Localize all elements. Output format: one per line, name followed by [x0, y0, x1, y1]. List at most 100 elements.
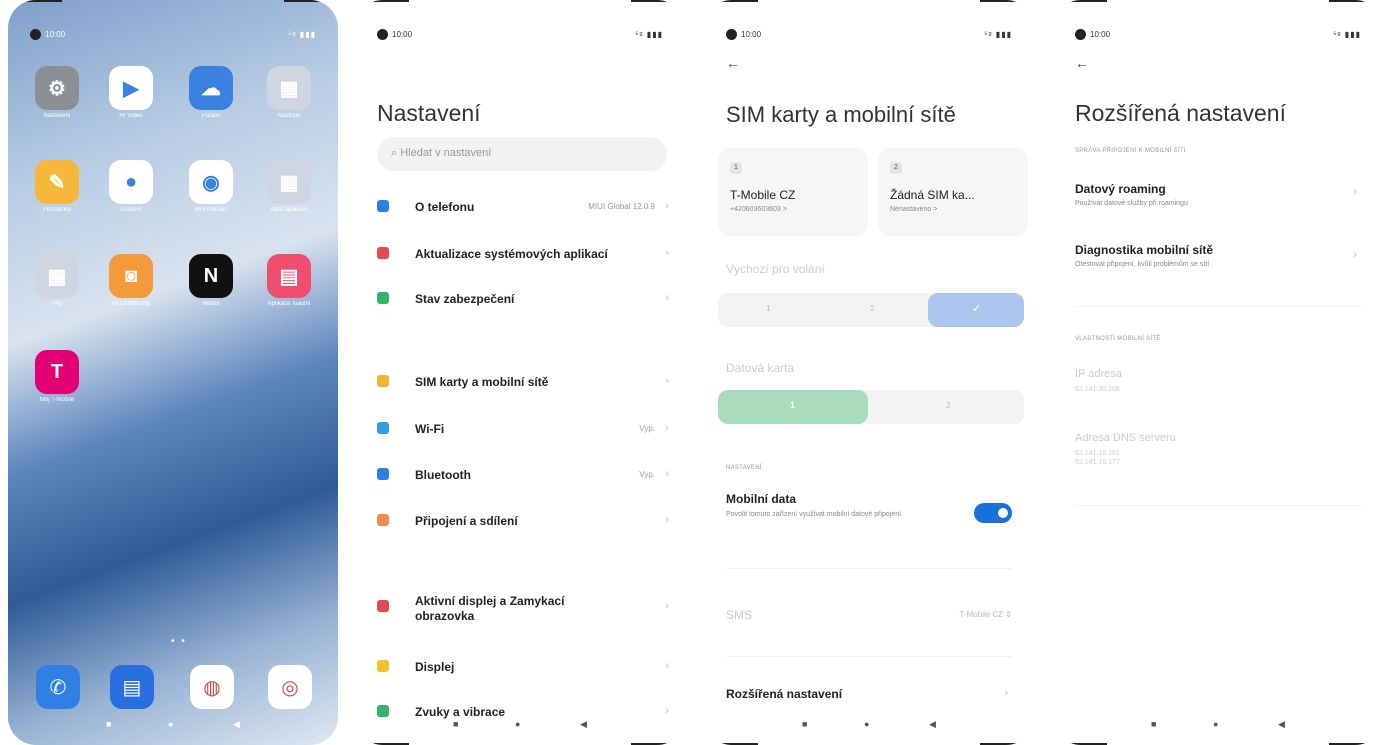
- settings-item-label: Stav zabezpečení: [415, 292, 515, 306]
- settings-item-shield[interactable]: Stav zabezpečení ›: [377, 290, 673, 310]
- signal-battery-icon: ⁵ᵍ ▮▮▮: [1333, 30, 1361, 39]
- signal-battery-icon: ⁵ᵍ ▮▮▮: [288, 30, 316, 39]
- app-label: Nástroje: [277, 113, 301, 119]
- chevron-right-icon: ›: [665, 660, 669, 672]
- diagnostics-sub: Otestovat připojení, kvůli problémům se …: [1075, 261, 1210, 268]
- app-weather[interactable]: ☁ Počasí: [188, 66, 234, 119]
- settings-item-label: O telefonu: [415, 200, 475, 214]
- app-notes[interactable]: ✎ Poznámky: [34, 160, 80, 213]
- app-apps-folder[interactable]: ▦ Další aplikace: [266, 160, 312, 213]
- app-label: Aplikace Xiaomi: [267, 301, 311, 307]
- default-calls-selector[interactable]: 1 2 ✓: [718, 293, 1024, 327]
- data-option-1[interactable]: 1: [790, 400, 795, 410]
- app-netflix[interactable]: N Netflix: [188, 254, 234, 307]
- home-button[interactable]: ●: [168, 719, 173, 729]
- recents-button[interactable]: ■: [802, 719, 807, 729]
- settings-item-wifi[interactable]: Wi-Fi Vyp. ›: [377, 420, 673, 440]
- app-label: Nastavení: [43, 113, 71, 119]
- settings-item-bluetooth[interactable]: Bluetooth Vyp. ›: [377, 466, 673, 486]
- settings-item-label: Aktualizace systémových aplikací: [415, 247, 608, 261]
- back-button[interactable]: ◀: [929, 719, 936, 730]
- back-button[interactable]: ◀: [580, 719, 587, 730]
- diagnostics-item[interactable]: Diagnostika mobilní sítě: [1075, 243, 1213, 257]
- home-button[interactable]: ●: [864, 719, 869, 729]
- status-time: 10:00: [741, 30, 762, 39]
- app-label: Mi Community: [111, 301, 151, 307]
- frame-corner: [1053, 725, 1107, 745]
- data-roaming-item[interactable]: Datový roaming: [1075, 182, 1166, 196]
- phone-icon[interactable]: ✆: [36, 665, 80, 709]
- status-bar: 10:00 ⁵ᵍ ▮▮▮: [726, 28, 1012, 42]
- recents-button[interactable]: ■: [1151, 719, 1156, 729]
- home-button[interactable]: ●: [1213, 719, 1218, 729]
- search-input[interactable]: ⌕ Hledat v nastavení: [377, 137, 667, 171]
- mobile-data-toggle[interactable]: [974, 503, 1012, 523]
- camera-icon[interactable]: ◎: [268, 665, 312, 709]
- tmobile-icon: T: [35, 350, 79, 394]
- settings-item-share[interactable]: Připojení a sdílení ›: [377, 512, 673, 532]
- chevron-right-icon: ›: [1353, 186, 1357, 198]
- app-assistant[interactable]: ● Asistent: [108, 160, 154, 213]
- settings-item-value: Vyp.: [639, 470, 655, 479]
- calls-option-2[interactable]: 2: [870, 304, 874, 313]
- section-header: VLASTNOSTI MOBILNÍ SÍTĚ: [1075, 336, 1161, 342]
- back-arrow-icon[interactable]: ←: [726, 55, 740, 71]
- settings-item-sim[interactable]: SIM karty a mobilní sítě ›: [377, 373, 673, 393]
- settings-item-info[interactable]: O telefonu MIUI Global 12.0.9 ›: [377, 198, 673, 218]
- messages-icon[interactable]: ▤: [110, 665, 154, 709]
- settings-item-label: Aktivní displej a Zamykací obrazovka: [415, 594, 565, 623]
- data-option-2[interactable]: 2: [946, 401, 950, 410]
- divider: [1075, 505, 1361, 506]
- settings-item-label: Zvuky a vibrace: [415, 705, 506, 719]
- frame-corner: [355, 725, 409, 745]
- status-time: 10:00: [392, 30, 413, 39]
- chevron-right-icon: ›: [665, 247, 669, 259]
- app-play[interactable]: ▶ Hr Video: [108, 66, 154, 119]
- status-bar: 10:00 ⁵ᵍ ▮▮▮: [1075, 28, 1361, 42]
- app-tmobile[interactable]: T Můj T-Mobile: [34, 350, 80, 403]
- advanced-settings-item[interactable]: Rozšířená nastavení: [726, 687, 842, 701]
- sms-sim-selector[interactable]: T-Mobile CZ ⇕: [960, 610, 1013, 619]
- settings-item-lock[interactable]: Aktivní displej a Zamykací obrazovka ›: [377, 594, 673, 623]
- home-screen: 10:00 ⁵ᵍ ▮▮▮ ⚙ Nastavení ▶ Hr Video ☁ Počasí ▦…: [8, 0, 338, 745]
- home-button[interactable]: ●: [515, 719, 520, 729]
- netflix-icon: N: [189, 254, 233, 298]
- calls-option-1[interactable]: 1: [766, 304, 770, 313]
- share-icon: [377, 514, 389, 526]
- chevron-right-icon: ›: [665, 514, 669, 526]
- section-header: SPRÁVA PŘIPOJENÍ K MOBILNÍ SÍTI: [1075, 148, 1186, 154]
- app-browser[interactable]: ◉ Mi Prohlížeč: [188, 160, 234, 213]
- back-arrow-icon[interactable]: ←: [1075, 55, 1089, 71]
- recents-button[interactable]: ■: [106, 719, 111, 729]
- divider: [726, 568, 1012, 569]
- default-calls-label: Výchozí pro volání: [726, 262, 825, 276]
- signal-battery-icon: ⁵ᵍ ▮▮▮: [984, 30, 1012, 39]
- shield-icon: [377, 292, 389, 304]
- divider: [726, 656, 1012, 657]
- sound-icon: [377, 705, 389, 717]
- settings-item-update[interactable]: Aktualizace systémových aplikací ›: [377, 245, 673, 265]
- back-button[interactable]: ◀: [1278, 719, 1285, 730]
- app-community[interactable]: ◙ Mi Community: [108, 254, 154, 307]
- section-header: NASTAVENÍ: [726, 465, 762, 471]
- notification-dot: [1075, 29, 1086, 40]
- chevron-right-icon: ›: [1353, 249, 1357, 261]
- app-settings[interactable]: ⚙ Nastavení: [34, 66, 80, 119]
- back-button[interactable]: ◀: [233, 719, 240, 730]
- settings-item-sun[interactable]: Displej ›: [377, 658, 673, 678]
- sim2-card[interactable]: 2 Žádná SIM ka... Nenastaveno >: [878, 148, 1028, 236]
- chrome-icon[interactable]: ◍: [190, 665, 234, 709]
- page-title: SIM karty a mobilní sítě: [726, 102, 956, 127]
- recents-button[interactable]: ■: [453, 719, 458, 729]
- frame-corner: [704, 0, 758, 20]
- app-label: Netflix: [202, 301, 220, 307]
- signal-battery-icon: ⁵ᵍ ▮▮▮: [635, 30, 663, 39]
- app-games-folder[interactable]: ▦ Hry: [34, 254, 80, 307]
- play-icon: ▶: [109, 66, 153, 110]
- app-tools-folder[interactable]: ▦ Nástroje: [266, 66, 312, 119]
- data-card-selector[interactable]: 1 2: [718, 390, 1024, 424]
- sim2-number: 2: [890, 162, 902, 174]
- app-store[interactable]: ▤ Aplikace Xiaomi: [266, 254, 312, 307]
- sim1-card[interactable]: 1 T-Mobile CZ +420603603603 >: [718, 148, 868, 236]
- frame-corner: [980, 0, 1034, 20]
